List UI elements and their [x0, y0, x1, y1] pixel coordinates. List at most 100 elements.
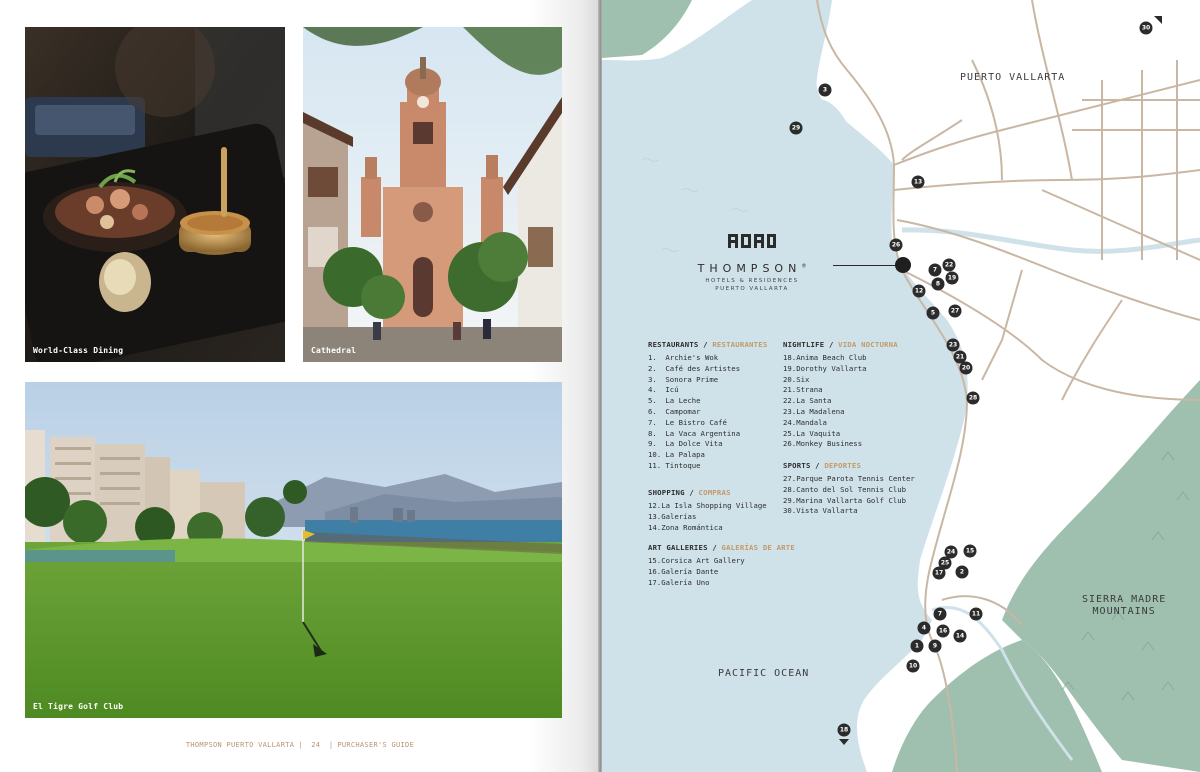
map-marker-29[interactable]: 29: [789, 121, 803, 135]
map-marker-13[interactable]: 13: [911, 175, 925, 189]
legend-heading-slash: /: [828, 340, 834, 349]
page-footer: THOMPSON PUERTO VALLARTA | 24 | PURCHASER'…: [0, 741, 600, 749]
list-item[interactable]: 4. Icú: [648, 385, 767, 396]
legend-heading-es: RESTAURANTES: [712, 340, 768, 349]
legend-heading-slash: /: [815, 461, 820, 470]
legend-art-galleries: ART GALLERIES / GALERÍAS DE ARTE 15.Cors…: [648, 543, 795, 588]
list-item[interactable]: 30.Vista Vallarta: [783, 506, 915, 517]
map-marker-22[interactable]: 22: [942, 258, 956, 272]
list-item[interactable]: 21.Strana: [783, 385, 898, 396]
legend-heading-slash: /: [712, 543, 717, 552]
map-marker-26[interactable]: 26: [889, 238, 903, 252]
list-item[interactable]: 5. La Leche: [648, 396, 767, 407]
hotel-location-marker[interactable]: [895, 257, 911, 273]
legend-nightlife-list: 18.Anima Beach Club 19.Dorothy Vallarta …: [783, 353, 898, 450]
legend-shopping-list: 12.La Isla Shopping Village 13.Galerías …: [648, 501, 767, 533]
legend-sports-list: 27.Parque Parota Tennis Center 28.Canto …: [783, 474, 915, 517]
list-item[interactable]: 20.Six: [783, 375, 898, 386]
legend-heading-en: SHOPPING: [648, 488, 685, 497]
list-item[interactable]: 23.La Madalena: [783, 407, 898, 418]
list-item[interactable]: 6. Campomar: [648, 407, 767, 418]
footer-separator: |: [298, 741, 303, 749]
map-marker-7[interactable]: 7: [928, 263, 942, 277]
map-marker-5[interactable]: 5: [926, 306, 940, 320]
list-item[interactable]: 16.Galería Dante: [648, 567, 795, 578]
map-marker-7b[interactable]: 7: [933, 607, 947, 621]
golf-caption: El Tigre Golf Club: [33, 702, 124, 711]
legend-sports-heading: SPORTS / DEPORTES: [783, 461, 915, 470]
list-item[interactable]: 17.Galería Uno: [648, 578, 795, 589]
list-item[interactable]: 24.Mandala: [783, 418, 898, 429]
legend-heading-en: NIGHTLIFE: [783, 340, 825, 349]
list-item[interactable]: 9. La Dolce Vita: [648, 439, 767, 450]
list-item[interactable]: 18.Anima Beach Club: [783, 353, 898, 364]
legend-heading-en: SPORTS: [783, 461, 811, 470]
legend-nightlife-heading: NIGHTLIFE / VIDA NOCTURNA: [783, 340, 898, 349]
map-marker-12[interactable]: 12: [912, 284, 926, 298]
golf-photo: El Tigre Golf Club: [25, 382, 562, 718]
map-marker-27[interactable]: 27: [948, 304, 962, 318]
list-item[interactable]: 1. Archie's Wok: [648, 353, 767, 364]
legend-heading-en: ART GALLERIES: [648, 543, 708, 552]
legend-restaurants: RESTAURANTS / RESTAURANTES 1. Archie's W…: [648, 340, 767, 472]
map-marker-18[interactable]: 18: [837, 723, 851, 737]
map-marker-17[interactable]: 17: [932, 566, 946, 580]
brand-line2: PUERTO VALLARTA: [715, 286, 789, 292]
list-item[interactable]: 12.La Isla Shopping Village: [648, 501, 767, 512]
list-item[interactable]: 25.La Vaquita: [783, 429, 898, 440]
list-item[interactable]: 28.Canto del Sol Tennis Club: [783, 485, 915, 496]
mountains-label-line1: SIERRA MADRE: [1082, 594, 1167, 605]
legend-heading-slash: /: [689, 488, 694, 497]
map-marker-19[interactable]: 19: [945, 271, 959, 285]
map-marker-20[interactable]: 20: [959, 361, 973, 375]
footer-section: PURCHASER'S GUIDE: [337, 741, 415, 749]
legend-heading-es: COMPRAS: [698, 488, 731, 497]
cathedral-photo: Cathedral: [303, 27, 562, 362]
city-label: PUERTO VALLARTA: [960, 72, 1066, 83]
footer-page-number: 24: [311, 741, 321, 749]
map-marker-10[interactable]: 10: [906, 659, 920, 673]
mountains-label-line2: MOUNTAINS: [1092, 606, 1156, 617]
map-marker-3[interactable]: 3: [818, 83, 832, 97]
legend-art-heading: ART GALLERIES / GALERÍAS DE ARTE: [648, 543, 795, 552]
map-marker-11[interactable]: 11: [969, 607, 983, 621]
brand-line1: HOTELS & RESIDENCES: [705, 278, 799, 284]
map-marker-9[interactable]: 9: [928, 639, 942, 653]
list-item[interactable]: 2. Café des Artistes: [648, 364, 767, 375]
list-item[interactable]: 27.Parque Parota Tennis Center: [783, 474, 915, 485]
legend-restaurants-heading: RESTAURANTS / RESTAURANTES: [648, 340, 767, 349]
legend-art-list: 15.Corsica Art Gallery 16.Galería Dante …: [648, 556, 795, 588]
legend-heading-en: RESTAURANTS: [648, 340, 699, 349]
list-item[interactable]: 26.Monkey Business: [783, 439, 898, 450]
map-marker-1[interactable]: 1: [910, 639, 924, 653]
map-marker-14[interactable]: 14: [953, 629, 967, 643]
map-marker-15[interactable]: 15: [963, 544, 977, 558]
map-page: PUERTO VALLARTA PACIFIC OCEAN SIERRA MAD…: [602, 0, 1200, 772]
map-marker-30[interactable]: 30: [1139, 21, 1153, 35]
mountains-label: SIERRA MADRE MOUNTAINS: [1082, 594, 1166, 618]
footer-brand: THOMPSON PUERTO VALLARTA: [185, 741, 295, 749]
thompson-brand: THOMPSON® HOTELS & RESIDENCES PUERTO VAL…: [672, 233, 832, 292]
list-item[interactable]: 8. La Vaca Argentina: [648, 429, 767, 440]
map-marker-4[interactable]: 4: [917, 621, 931, 635]
list-item[interactable]: 13.Galerías: [648, 512, 767, 523]
list-item[interactable]: 3. Sonora Prime: [648, 375, 767, 386]
list-item[interactable]: 10. La Palapa: [648, 450, 767, 461]
thompson-logo-icon: [728, 234, 776, 248]
list-item[interactable]: 7. Le Bistro Café: [648, 418, 767, 429]
list-item[interactable]: 11. Tintoque: [648, 461, 767, 472]
map-marker-23[interactable]: 23: [946, 338, 960, 352]
ocean-label: PACIFIC OCEAN: [718, 668, 810, 679]
list-item[interactable]: 29.Marina Vallarta Golf Club: [783, 496, 915, 507]
map-marker-28[interactable]: 28: [966, 391, 980, 405]
hotel-pointer-line: [833, 265, 897, 266]
legend-heading-es: VIDA NOCTURNA: [838, 340, 898, 349]
list-item[interactable]: 15.Corsica Art Gallery: [648, 556, 795, 567]
list-item[interactable]: 22.La Santa: [783, 396, 898, 407]
map-marker-2[interactable]: 2: [955, 565, 969, 579]
list-item[interactable]: 19.Dorothy Vallarta: [783, 364, 898, 375]
list-item[interactable]: 14.Zona Romántica: [648, 523, 767, 534]
legend-shopping: SHOPPING / COMPRAS 12.La Isla Shopping V…: [648, 488, 767, 533]
map-marker-8[interactable]: 8: [931, 277, 945, 291]
map-marker-16[interactable]: 16: [936, 624, 950, 638]
